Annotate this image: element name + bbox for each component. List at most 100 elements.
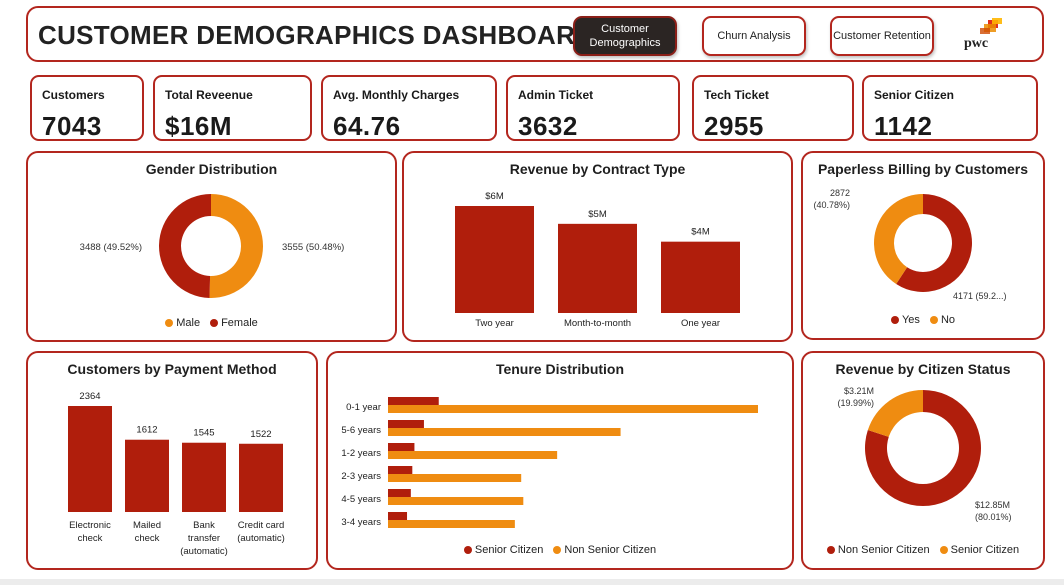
kpi-customers: Customers 7043 xyxy=(30,75,144,141)
data-label-non-senior-percent: (80.01%) xyxy=(975,512,1012,522)
kpi-value: 2955 xyxy=(704,111,764,141)
legend-label: Female xyxy=(221,317,258,329)
tenure-distribution-panel: Tenure Distribution 0-1 year 5-6 years 1-2… xyxy=(326,351,794,570)
legend-label: Yes xyxy=(901,314,920,326)
x-tick-label: Two year xyxy=(475,318,514,329)
kpi-senior-citizen: Senior Citizen 1142 xyxy=(862,75,1038,141)
legend-item-female[interactable]: Female xyxy=(210,317,258,329)
y-tick-label: 5-6 years xyxy=(341,425,381,436)
nav-button-customer-demographics[interactable]: Customer Demographics xyxy=(573,16,677,56)
data-label-no-count: 2872 xyxy=(830,188,850,198)
legend-label: Senior Citizen xyxy=(950,544,1020,556)
legend-item-non-senior-citizen[interactable]: Non Senior Citizen xyxy=(826,544,930,556)
chart-legend: Yes No xyxy=(803,314,1043,326)
bar-payment[interactable] xyxy=(239,443,283,512)
legend-swatch xyxy=(826,546,835,554)
bar-data-label: 1612 xyxy=(136,425,157,436)
chart-legend: Non Senior Citizen Senior Citizen xyxy=(803,544,1043,556)
data-label-senior-percent: (19.99%) xyxy=(837,398,874,408)
bar-contract[interactable] xyxy=(455,206,534,313)
legend-item-no[interactable]: No xyxy=(929,314,955,326)
gender-distribution-panel: Gender Distribution 3488 (49.52%) 3555 (… xyxy=(26,151,397,342)
legend-item-senior-citizen[interactable]: Senior Citizen xyxy=(939,544,1020,556)
donut-slice-female[interactable] xyxy=(158,194,211,298)
kpi-label: Tech Ticket xyxy=(704,88,769,102)
nav-button-label: Churn Analysis xyxy=(717,30,791,42)
legend-item-senior-citizen[interactable]: Senior Citizen xyxy=(463,544,543,556)
bar-contract[interactable] xyxy=(661,241,740,313)
citizen-revenue-panel: Revenue by Citizen Status $3.21M (19.99%… xyxy=(801,351,1045,570)
bar-payment[interactable] xyxy=(68,406,112,512)
kpi-admin-ticket: Admin Ticket 3632 xyxy=(506,75,680,141)
data-label-senior-amount: $3.21M xyxy=(844,386,874,396)
dashboard-header: CUSTOMER DEMOGRAPHICS DASHBOARD Customer… xyxy=(26,6,1044,62)
payment-bar-chart: 2364 Electronic check 1612 Mailed check 1545 Ba… xyxy=(68,391,285,557)
bar-senior-citizen[interactable] xyxy=(388,397,439,405)
gender-donut-chart: 3488 (49.52%) 3555 (50.48%) xyxy=(80,194,344,298)
legend-swatch xyxy=(929,316,938,324)
bar-non-senior-citizen[interactable] xyxy=(388,520,515,528)
bar-data-label: 2364 xyxy=(79,391,100,402)
x-tick-label: Electronic xyxy=(69,520,111,531)
data-label-non-senior-amount: $12.85M xyxy=(975,500,1010,510)
paperless-donut-chart: 2872 (40.78%) 4171 (59.2...) xyxy=(813,188,1007,301)
legend-item-non-senior-citizen[interactable]: Non Senior Citizen xyxy=(553,544,656,556)
x-tick-label: Credit card xyxy=(238,520,284,531)
legend-swatch xyxy=(553,546,562,554)
y-tick-label: 3-4 years xyxy=(341,517,381,528)
x-tick-label: Month-to-month xyxy=(564,318,631,329)
nav-button-customer-retention[interactable]: Customer Retention xyxy=(830,16,934,56)
y-tick-label: 1-2 years xyxy=(341,448,381,459)
kpi-avg-monthly-charges: Avg. Monthly Charges 64.76 xyxy=(321,75,497,141)
kpi-label: Total Reveenue xyxy=(165,88,253,102)
tenure-bar-chart: 0-1 year 5-6 years 1-2 years 2-3 years 4-5 y… xyxy=(341,397,758,528)
bar-non-senior-citizen[interactable] xyxy=(388,474,522,482)
bar-non-senior-citizen[interactable] xyxy=(388,497,524,505)
page-title: CUSTOMER DEMOGRAPHICS DASHBOARD xyxy=(38,20,595,50)
bar-senior-citizen[interactable] xyxy=(388,420,424,428)
legend-label: No xyxy=(940,314,955,326)
bar-senior-citizen[interactable] xyxy=(388,443,415,451)
paperless-billing-panel: Paperless Billing by Customers 2872 (40.… xyxy=(801,151,1045,340)
chart-legend: Male Female xyxy=(28,317,395,329)
bar-senior-citizen[interactable] xyxy=(388,466,413,474)
bar-payment[interactable] xyxy=(182,442,226,512)
pwc-logo-mark xyxy=(980,18,1002,34)
bar-data-label: $4M xyxy=(691,227,710,238)
bar-data-label: $5M xyxy=(588,209,607,220)
bar-non-senior-citizen[interactable] xyxy=(388,405,758,413)
bar-payment[interactable] xyxy=(125,439,169,512)
bar-data-label: 1545 xyxy=(193,428,214,439)
bar-data-label: $6M xyxy=(485,191,504,202)
nav-button-label: Customer Retention xyxy=(833,30,931,42)
bottom-scroll-strip xyxy=(0,579,1064,585)
bar-senior-citizen[interactable] xyxy=(388,512,408,520)
bar-data-label: 1522 xyxy=(250,429,271,440)
data-label-male: 3555 (50.48%) xyxy=(282,242,344,253)
pwc-logo: pwc xyxy=(962,18,1006,52)
donut-slice-male[interactable] xyxy=(209,194,263,298)
bar-contract[interactable] xyxy=(558,223,637,313)
kpi-value: 3632 xyxy=(518,111,578,141)
donut-slice-senior-citizen[interactable] xyxy=(867,390,923,437)
payment-method-panel: Customers by Payment Method 2364 Electron… xyxy=(26,351,318,570)
bar-non-senior-citizen[interactable] xyxy=(388,451,558,459)
legend-item-male[interactable]: Male xyxy=(165,317,200,329)
bar-senior-citizen[interactable] xyxy=(388,489,411,497)
x-tick-label: check xyxy=(78,533,103,544)
chart-legend: Senior Citizen Non Senior Citizen xyxy=(328,544,792,556)
kpi-value: 1142 xyxy=(874,111,933,141)
y-tick-label: 0-1 year xyxy=(346,402,381,413)
legend-swatch xyxy=(165,319,174,327)
data-label-yes: 4171 (59.2...) xyxy=(953,291,1007,301)
bar-non-senior-citizen[interactable] xyxy=(388,428,621,436)
legend-label: Non Senior Citizen xyxy=(837,544,930,556)
data-label-no-percent: (40.78%) xyxy=(813,200,850,210)
y-tick-label: 4-5 years xyxy=(341,494,381,505)
kpi-label: Avg. Monthly Charges xyxy=(333,88,460,102)
x-tick-label: Bank xyxy=(193,520,215,531)
legend-item-yes[interactable]: Yes xyxy=(890,314,920,326)
donut-slice-no[interactable] xyxy=(874,194,923,285)
kpi-value: 64.76 xyxy=(333,111,401,141)
nav-button-churn-analysis[interactable]: Churn Analysis xyxy=(702,16,806,56)
